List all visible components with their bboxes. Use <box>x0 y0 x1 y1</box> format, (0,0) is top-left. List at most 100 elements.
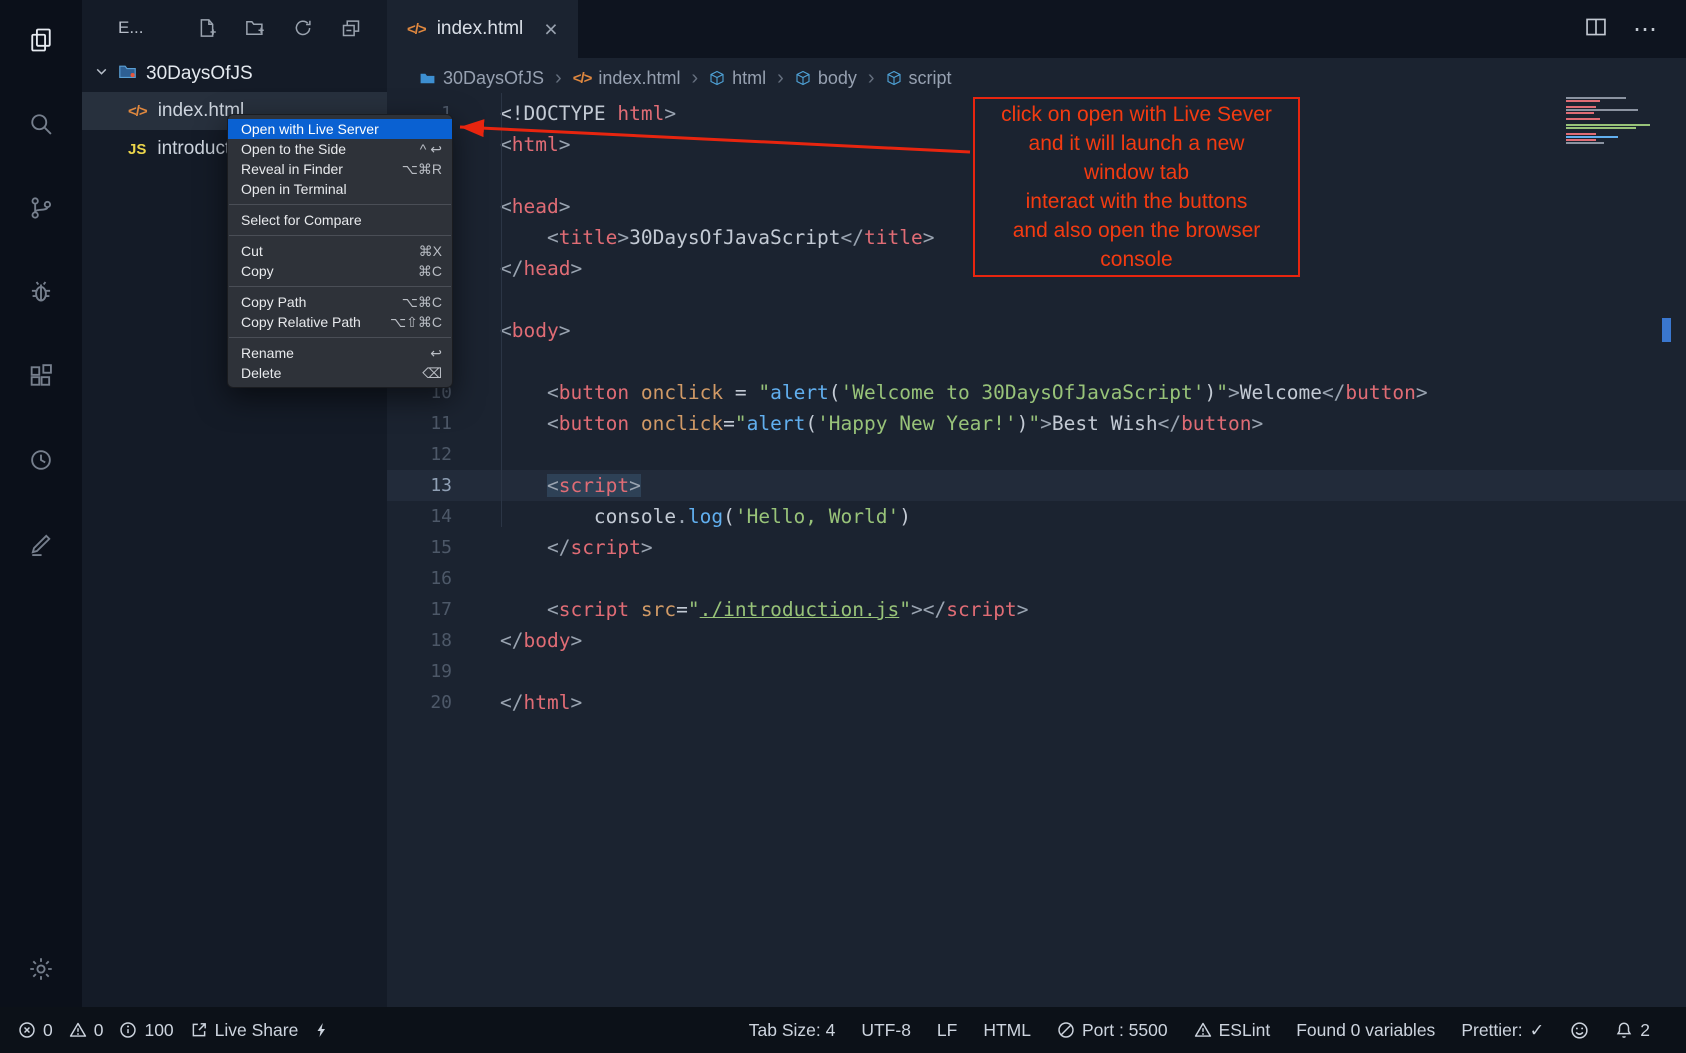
history-icon[interactable] <box>17 436 65 484</box>
code-line-8: 8<body> <box>387 315 1686 346</box>
more-actions-icon[interactable]: ⋯ <box>1633 15 1658 44</box>
menu-separator <box>229 235 451 236</box>
status-language[interactable]: HTML <box>983 1020 1031 1041</box>
breadcrumb: 30DaysOfJS › </> index.html › html › bod… <box>387 58 1686 98</box>
lightning-icon <box>314 1021 330 1039</box>
code-line-17: 17 <script src="./introduction.js"></scr… <box>387 594 1686 625</box>
code-line-18: 18</body> <box>387 625 1686 656</box>
breadcrumb-body[interactable]: body <box>795 68 857 89</box>
menu-item-open-to-the-side[interactable]: Open to the Side^ ↩ <box>228 139 452 159</box>
new-folder-icon[interactable] <box>243 16 267 40</box>
warning-icon <box>1194 1021 1212 1039</box>
breadcrumb-separator: › <box>691 67 698 90</box>
minimap[interactable] <box>1566 97 1662 147</box>
status-variables[interactable]: Found 0 variables <box>1296 1020 1435 1041</box>
error-icon <box>18 1021 36 1039</box>
check-icon: ✓ <box>1530 1020 1545 1041</box>
close-icon[interactable]: × <box>544 18 557 41</box>
annotation-line: window tab <box>975 158 1298 187</box>
code-line-11: 11 <button onclick="alert('Happy New Yea… <box>387 408 1686 439</box>
extensions-icon[interactable] <box>17 352 65 400</box>
status-eslint[interactable]: ESLint <box>1194 1020 1271 1041</box>
collapse-all-icon[interactable] <box>339 16 363 40</box>
menu-separator <box>229 337 451 338</box>
slash-circle-icon <box>1057 1021 1075 1039</box>
code-line-7: 7 <box>387 284 1686 315</box>
debug-icon[interactable] <box>17 268 65 316</box>
code-line-20: 20</html> <box>387 687 1686 718</box>
tab-index-html[interactable]: </> index.html × <box>387 0 578 58</box>
share-icon <box>190 1021 208 1039</box>
menu-item-reveal-in-finder[interactable]: Reveal in Finder⌥⌘R <box>228 159 452 179</box>
status-live-share[interactable]: Live Share <box>190 1020 299 1041</box>
folder-icon <box>118 62 137 87</box>
annotation-line: interact with the buttons <box>975 187 1298 216</box>
activity-bar <box>0 0 82 1007</box>
breadcrumb-separator: › <box>868 67 875 90</box>
breadcrumb-html[interactable]: html <box>709 68 766 89</box>
menu-item-copy-relative-path[interactable]: Copy Relative Path⌥⇧⌘C <box>228 312 452 332</box>
context-menu: Open with Live Server Open to the Side^ … <box>227 114 453 388</box>
js-file-icon: JS <box>128 141 146 158</box>
split-editor-icon[interactable] <box>1585 16 1607 43</box>
info-icon <box>119 1021 137 1039</box>
menu-separator <box>229 204 451 205</box>
breadcrumb-folder[interactable]: 30DaysOfJS <box>419 68 544 89</box>
breadcrumb-file[interactable]: </> index.html <box>573 68 681 89</box>
annotation-line: and it will launch a new <box>975 129 1298 158</box>
status-feedback-smiley[interactable] <box>1570 1021 1589 1040</box>
menu-item-copy-path[interactable]: Copy Path⌥⌘C <box>228 292 452 312</box>
breadcrumb-separator: › <box>555 67 562 90</box>
menu-item-open-in-terminal[interactable]: Open in Terminal <box>228 179 452 199</box>
folder-row-30daysofjs[interactable]: 30DaysOfJS <box>82 56 387 92</box>
tab-bar: </> index.html × ⋯ <box>387 0 1686 58</box>
status-tab-size[interactable]: Tab Size: 4 <box>749 1020 836 1041</box>
code-line-14: 14 console.log('Hello, World') <box>387 501 1686 532</box>
folder-label: 30DaysOfJS <box>146 63 253 85</box>
html-file-icon: </> <box>407 21 426 38</box>
code-line-13: 13 <script> <box>387 470 1686 501</box>
settings-gear-icon[interactable] <box>17 945 65 993</box>
menu-item-copy[interactable]: Copy⌘C <box>228 261 452 281</box>
source-control-icon[interactable] <box>17 184 65 232</box>
status-bolt[interactable] <box>314 1021 330 1039</box>
html-file-icon: </> <box>128 103 147 120</box>
menu-item-delete[interactable]: Delete⌫ <box>228 363 452 383</box>
menu-separator <box>229 286 451 287</box>
code-line-19: 19 <box>387 656 1686 687</box>
status-eol[interactable]: LF <box>937 1020 957 1041</box>
feedback-icon[interactable] <box>17 520 65 568</box>
status-prettier[interactable]: Prettier:✓ <box>1461 1020 1544 1041</box>
chevron-down-icon <box>94 63 109 85</box>
warning-icon <box>69 1021 87 1039</box>
status-info[interactable]: 100 <box>119 1020 173 1041</box>
breadcrumb-script[interactable]: script <box>886 68 952 89</box>
menu-item-cut[interactable]: Cut⌘X <box>228 241 452 261</box>
annotation-line: and also open the browser <box>975 216 1298 245</box>
explorer-title: E... <box>118 18 144 38</box>
breadcrumb-separator: › <box>777 67 784 90</box>
code-line-15: 15 </script> <box>387 532 1686 563</box>
code-line-9: 9 <box>387 346 1686 377</box>
menu-item-open-with-live-server[interactable]: Open with Live Server <box>228 119 452 139</box>
explorer-icon[interactable] <box>17 16 65 64</box>
annotation-line: console <box>975 245 1298 274</box>
explorer-header: E... <box>82 0 387 56</box>
status-bar: 0 0 100 Live Share Tab Size: 4 UTF-8 LF … <box>0 1007 1686 1053</box>
tab-title: index.html <box>437 18 524 40</box>
menu-item-rename[interactable]: Rename↩ <box>228 343 452 363</box>
status-encoding[interactable]: UTF-8 <box>861 1020 911 1041</box>
status-notifications[interactable]: 2 <box>1615 1020 1650 1041</box>
status-errors[interactable]: 0 <box>18 1020 53 1041</box>
search-icon[interactable] <box>17 100 65 148</box>
bell-icon <box>1615 1021 1633 1039</box>
new-file-icon[interactable] <box>195 16 219 40</box>
menu-item-select-for-compare[interactable]: Select for Compare <box>228 210 452 230</box>
overview-ruler-mark <box>1662 318 1671 342</box>
html-file-icon: </> <box>573 70 592 87</box>
indent-guide <box>501 93 502 527</box>
code-line-10: 10 <button onclick = "alert('Welcome to … <box>387 377 1686 408</box>
status-port[interactable]: Port : 5500 <box>1057 1020 1168 1041</box>
refresh-icon[interactable] <box>291 16 315 40</box>
status-warnings[interactable]: 0 <box>69 1020 104 1041</box>
